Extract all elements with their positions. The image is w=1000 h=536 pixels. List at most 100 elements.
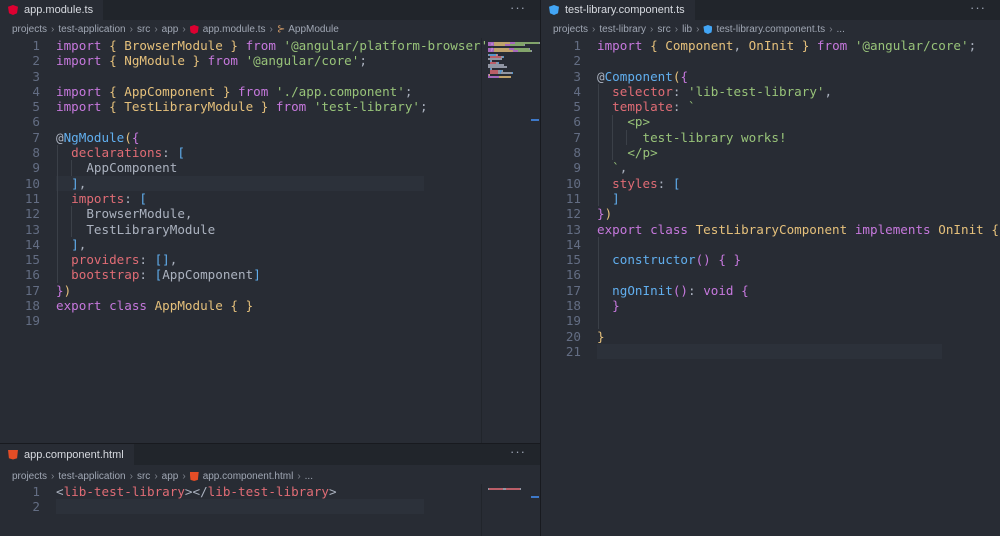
breadcrumb-item[interactable]: lib	[682, 24, 692, 35]
minimap[interactable]	[481, 484, 540, 536]
breadcrumb-item[interactable]: app.component.html	[203, 471, 294, 482]
code-line: 4 selector: 'lib-test-library',	[541, 84, 1000, 99]
code-token: }	[56, 282, 64, 298]
breadcrumb-item[interactable]: src	[657, 24, 670, 35]
tab-app-module[interactable]: app.module.ts	[0, 0, 104, 20]
minimap[interactable]	[481, 38, 540, 443]
code-token: { }	[710, 252, 742, 268]
code-text: providers: [],	[56, 252, 177, 267]
breadcrumb-separator: ›	[829, 24, 833, 35]
line-number: 3	[573, 68, 581, 84]
html-icon	[189, 472, 199, 481]
code-token: `	[597, 160, 620, 176]
breadcrumb-separator: ›	[154, 24, 158, 35]
code-token: <p>	[597, 114, 651, 130]
breadcrumb: projects › test-library › src › lib › test-libra…	[541, 21, 1000, 38]
line-number: 19	[24, 313, 40, 329]
code-line: 8 </p>	[541, 145, 1000, 160]
breadcrumb-separator: ›	[154, 471, 158, 482]
code-token: import	[56, 38, 110, 53]
code-line: 10 ],	[0, 176, 482, 191]
breadcrumb-separator: ›	[129, 24, 133, 35]
more-actions-button[interactable]: ···	[970, 0, 986, 20]
tab-label: app.module.ts	[24, 4, 94, 16]
tab-app-component-html[interactable]: app.component.html	[0, 444, 134, 465]
code-token: BrowserModule,	[56, 206, 193, 222]
code-line: 9 `,	[541, 160, 1000, 175]
code-token: }	[794, 38, 810, 53]
code-token: './app.component'	[275, 83, 405, 99]
breadcrumb-item[interactable]: app	[162, 24, 179, 35]
breadcrumb-item[interactable]: app.module.ts	[203, 24, 266, 35]
minimap-token	[489, 488, 503, 490]
pane-divider-vertical[interactable]	[540, 0, 541, 536]
code-line: 17})	[0, 283, 482, 298]
breadcrumb-item[interactable]: test-application	[58, 24, 125, 35]
breadcrumb-item[interactable]: test-library	[599, 24, 646, 35]
breadcrumb-item[interactable]: app	[162, 471, 179, 482]
breadcrumb-item[interactable]: projects	[12, 24, 47, 35]
breadcrumb-item[interactable]: projects	[12, 471, 47, 482]
minimap-token	[501, 72, 512, 74]
code-token: [	[139, 190, 148, 206]
breadcrumb-item[interactable]: test-library.component.ts	[716, 24, 825, 35]
code-token: ,	[824, 83, 833, 99]
code-text: AppComponent	[56, 160, 177, 175]
line-number: 15	[565, 252, 581, 268]
code-token: :	[139, 267, 155, 283]
breadcrumb-item[interactable]: test-application	[58, 471, 125, 482]
code-editor[interactable]: 1 import { BrowserModule } from '@angular…	[0, 38, 496, 443]
code-token: NgModule	[63, 129, 125, 145]
code-token: `	[688, 99, 696, 115]
line-number: 5	[32, 99, 40, 115]
code-token: from	[230, 83, 276, 99]
code-line: 18 export class AppModule { }	[0, 298, 482, 313]
code-token: AppComponent	[124, 83, 216, 99]
breadcrumb-item[interactable]: ...	[837, 24, 845, 35]
line-number: 10	[565, 175, 581, 191]
line-number: 6	[573, 114, 581, 130]
line-number: 17	[565, 282, 581, 298]
pane-divider-horizontal[interactable]	[0, 443, 540, 444]
breadcrumb-item[interactable]: projects	[553, 24, 588, 35]
minimap-token	[518, 50, 531, 52]
line-number: 1	[573, 38, 581, 53]
minimap-token	[510, 44, 524, 46]
more-actions-button[interactable]: ···	[510, 444, 526, 464]
code-editor[interactable]: 1 <lib-test-library></lib-test-library> 2	[0, 484, 482, 536]
line-number: 21	[565, 343, 581, 359]
code-text: })	[56, 283, 71, 298]
code-token: }	[253, 99, 269, 115]
breadcrumb-item[interactable]: AppModule	[288, 24, 339, 35]
breadcrumb-item[interactable]: src	[137, 24, 150, 35]
code-token: {	[109, 83, 125, 99]
code-text: import { NgModule } from '@angular/core'…	[56, 53, 367, 68]
tab-test-library-component[interactable]: test-library.component.ts	[541, 0, 695, 20]
code-text: imports: [	[56, 191, 147, 206]
code-token: { }	[222, 298, 254, 314]
html-icon	[8, 449, 18, 460]
line-number: 2	[32, 499, 40, 515]
code-line: 14	[541, 237, 1000, 252]
line-number: 3	[32, 68, 40, 84]
more-actions-button[interactable]: ···	[510, 0, 526, 20]
code-token: (	[124, 129, 132, 145]
code-token: {	[109, 99, 125, 115]
code-token: {	[680, 68, 689, 84]
code-token: ;	[404, 83, 413, 99]
line-number: 10	[24, 175, 40, 191]
breadcrumb-item[interactable]: ...	[305, 471, 313, 482]
code-editor[interactable]: 1 import { Component, OnInit } from '@ang…	[541, 38, 1000, 536]
editor-pane-app-module: app.module.ts ··· projects › test-applicat…	[0, 0, 540, 443]
code-text: styles: [	[597, 176, 680, 191]
code-token: TestLibraryModule	[56, 221, 216, 237]
minimap-token	[499, 76, 507, 78]
code-text: import { TestLibraryModule } from 'test-…	[56, 99, 428, 114]
code-token: OnInit	[938, 221, 984, 237]
code-token: @	[597, 68, 605, 84]
breadcrumb-item[interactable]: src	[137, 471, 150, 482]
code-token: class	[109, 298, 155, 314]
line-number: 2	[573, 53, 581, 69]
